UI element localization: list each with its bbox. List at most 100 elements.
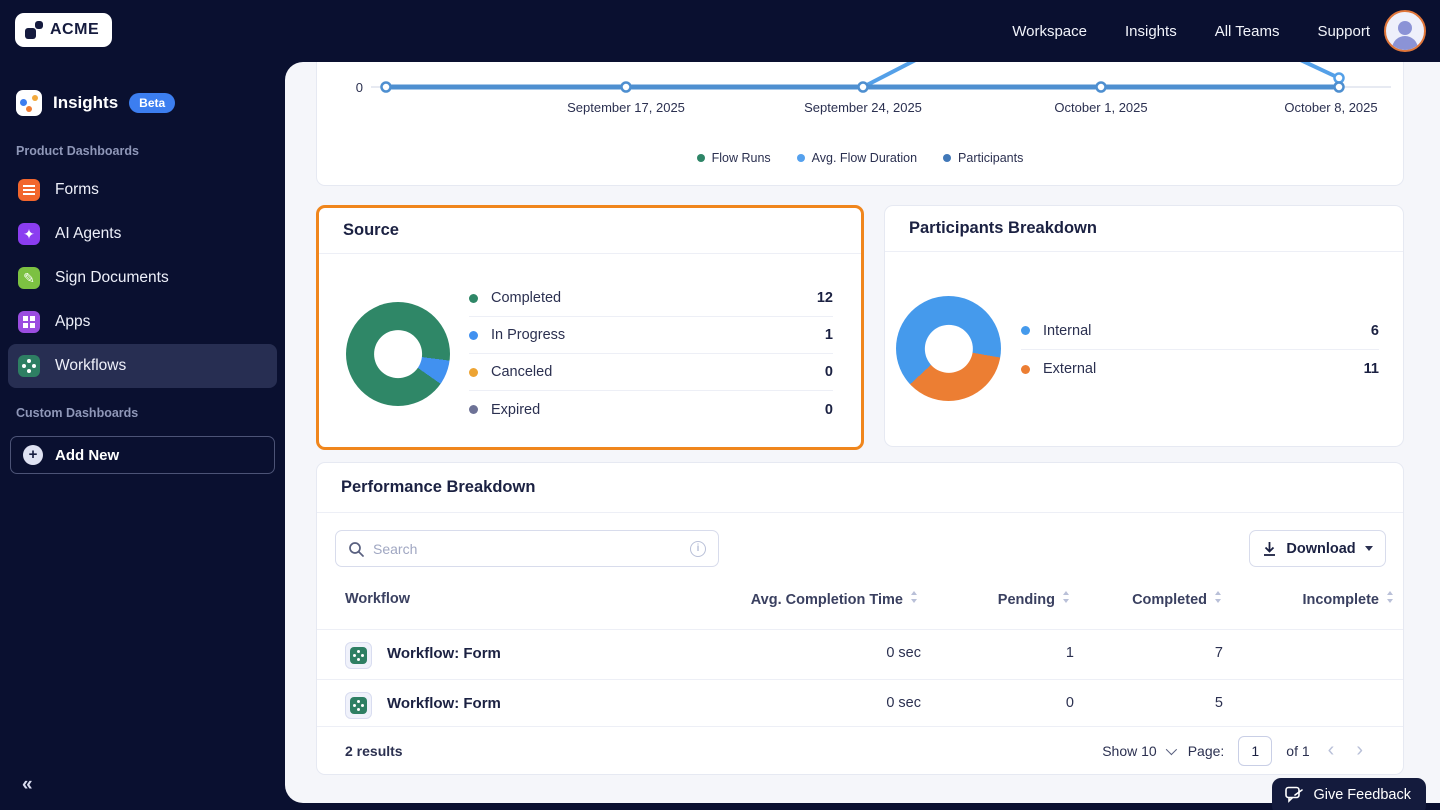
- sidebar-item-forms[interactable]: Forms: [8, 168, 277, 212]
- previous-page-button[interactable]: ‹: [1324, 739, 1339, 762]
- user-avatar[interactable]: [1384, 10, 1426, 52]
- section-custom-dashboards: Custom Dashboards: [16, 406, 139, 420]
- beta-badge: Beta: [129, 93, 176, 113]
- info-icon[interactable]: i: [690, 540, 706, 557]
- flow-trends-chart-card: 0 September 17, 2025 September 24, 2025 …: [316, 62, 1404, 186]
- page-of-label: of 1: [1286, 742, 1310, 759]
- acme-logo-text: ACME: [50, 21, 100, 38]
- apps-icon: [18, 311, 40, 333]
- source-row-in-progress: In Progress 1: [469, 317, 833, 354]
- x-tick-oct1: October 1, 2025: [1054, 100, 1148, 115]
- page-label: Page:: [1187, 742, 1225, 759]
- participants-card-title: Participants Breakdown: [909, 219, 1097, 237]
- workflows-icon: [18, 355, 40, 377]
- participants-legend-list: Internal 6 External 11: [1021, 312, 1379, 388]
- add-new-button[interactable]: + Add New: [10, 436, 275, 474]
- search-box: i: [335, 530, 719, 567]
- sort-icon: [910, 591, 919, 604]
- table-footer: 2 results Show 10 Page: of 1 ‹ ›: [317, 726, 1403, 774]
- x-tick-sep24: September 24, 2025: [804, 100, 922, 115]
- chevron-down-icon: [1165, 743, 1177, 755]
- cell-pending: 0: [1065, 695, 1074, 711]
- in-progress-dot-icon: [469, 330, 478, 340]
- sign-documents-icon: [18, 267, 40, 289]
- col-pending[interactable]: Pending: [998, 591, 1071, 608]
- cell-avg-completion: 0 sec: [886, 645, 921, 661]
- internal-dot-icon: [1021, 326, 1030, 335]
- workflow-row-icon: [345, 692, 372, 719]
- app-screen: ACME Workspace Insights All Teams Suppor…: [0, 0, 1440, 810]
- insights-app-icon: [16, 90, 42, 116]
- table-row[interactable]: Workflow: Form 0 sec 0 5: [317, 679, 1403, 729]
- line-chart: 0: [356, 62, 1391, 95]
- external-dot-icon: [1021, 364, 1030, 374]
- col-workflow[interactable]: Workflow: [345, 591, 410, 607]
- sort-icon: [1062, 591, 1071, 604]
- next-page-button[interactable]: ›: [1352, 739, 1367, 762]
- performance-card-title: Performance Breakdown: [341, 478, 536, 496]
- x-tick-oct8: October 8, 2025: [1284, 100, 1378, 115]
- sidebar-item-sign-documents[interactable]: Sign Documents: [8, 256, 277, 300]
- source-row-canceled: Canceled 0: [469, 354, 833, 391]
- ai-agents-icon: [18, 223, 40, 245]
- y-axis-zero-label: 0: [356, 80, 363, 95]
- sidebar-app-header: Insights Beta: [0, 62, 285, 126]
- participants-row-external: External 11: [1021, 350, 1379, 388]
- col-incomplete[interactable]: Incomplete: [1302, 591, 1395, 608]
- legend-flow-runs[interactable]: Flow Runs: [696, 151, 771, 165]
- nav-insights[interactable]: Insights: [1125, 23, 1177, 40]
- plus-icon: +: [23, 445, 43, 465]
- search-icon: [349, 541, 364, 557]
- chevron-down-icon: [1364, 546, 1373, 551]
- cell-completed: 7: [1214, 645, 1223, 661]
- source-donut-chart: [346, 302, 450, 406]
- col-completed[interactable]: Completed: [1132, 591, 1223, 608]
- avatar-person-icon: [1398, 21, 1412, 35]
- participants-row-internal: Internal 6: [1021, 312, 1379, 350]
- give-feedback-button[interactable]: Give Feedback: [1272, 778, 1426, 810]
- cell-pending: 1: [1065, 645, 1074, 661]
- main-content: 0 September 17, 2025 September 24, 2025 …: [285, 62, 1440, 803]
- page-number-input[interactable]: [1238, 735, 1273, 766]
- sidebar-item-apps[interactable]: Apps: [8, 300, 277, 344]
- workflow-row-icon: [345, 642, 372, 669]
- sidebar-collapse-button[interactable]: «: [22, 774, 33, 796]
- show-per-page-dropdown[interactable]: Show 10: [1102, 743, 1177, 759]
- legend-participants[interactable]: Participants: [943, 151, 1023, 165]
- forms-icon: [18, 179, 40, 201]
- table-row[interactable]: Workflow: Form 0 sec 1 7: [317, 629, 1403, 679]
- participants-breakdown-card: Participants Breakdown Internal 6 Extern…: [884, 205, 1404, 447]
- sidebar-app-title: Insights: [53, 93, 119, 112]
- canceled-dot-icon: [469, 367, 478, 377]
- sidebar: Insights Beta Product Dashboards Forms A…: [0, 62, 285, 810]
- source-card: Source Completed 12 In Progress 1 Cancel…: [316, 205, 864, 450]
- legend-avg-flow-duration[interactable]: Avg. Flow Duration: [796, 151, 917, 165]
- section-product-dashboards: Product Dashboards: [16, 144, 139, 158]
- chart-legend: Flow Runs Avg. Flow Duration Participant…: [317, 151, 1403, 165]
- download-icon: [1264, 541, 1276, 556]
- source-row-expired: Expired 0: [469, 391, 833, 428]
- results-count: 2 results: [345, 742, 403, 759]
- col-avg-completion-time[interactable]: Avg. Completion Time: [751, 591, 919, 608]
- avg-flow-duration-dot-icon: [796, 154, 805, 162]
- performance-breakdown-card: Performance Breakdown i Download: [316, 462, 1404, 775]
- flow-runs-dot-icon: [696, 154, 705, 162]
- source-card-title: Source: [343, 221, 399, 239]
- top-nav: Workspace Insights All Teams Support: [1012, 0, 1370, 62]
- feedback-chat-icon: [1285, 786, 1304, 803]
- nav-support[interactable]: Support: [1317, 23, 1370, 40]
- search-input[interactable]: [373, 540, 681, 557]
- source-legend-list: Completed 12 In Progress 1 Canceled 0 Ex…: [469, 280, 833, 428]
- sidebar-item-workflows[interactable]: Workflows: [8, 344, 277, 388]
- pagination: Show 10 Page: of 1 ‹ ›: [1102, 735, 1367, 766]
- download-button[interactable]: Download: [1249, 530, 1386, 567]
- sort-icon: [1214, 591, 1223, 604]
- expired-dot-icon: [469, 405, 478, 414]
- x-tick-sep17: September 17, 2025: [567, 100, 685, 115]
- nav-all-teams[interactable]: All Teams: [1215, 23, 1280, 40]
- nav-workspace[interactable]: Workspace: [1012, 23, 1087, 40]
- cell-avg-completion: 0 sec: [886, 695, 921, 711]
- sidebar-item-ai-agents[interactable]: AI Agents: [8, 212, 277, 256]
- acme-logo[interactable]: ACME: [15, 13, 113, 47]
- top-bar: ACME Workspace Insights All Teams Suppor…: [0, 0, 1440, 62]
